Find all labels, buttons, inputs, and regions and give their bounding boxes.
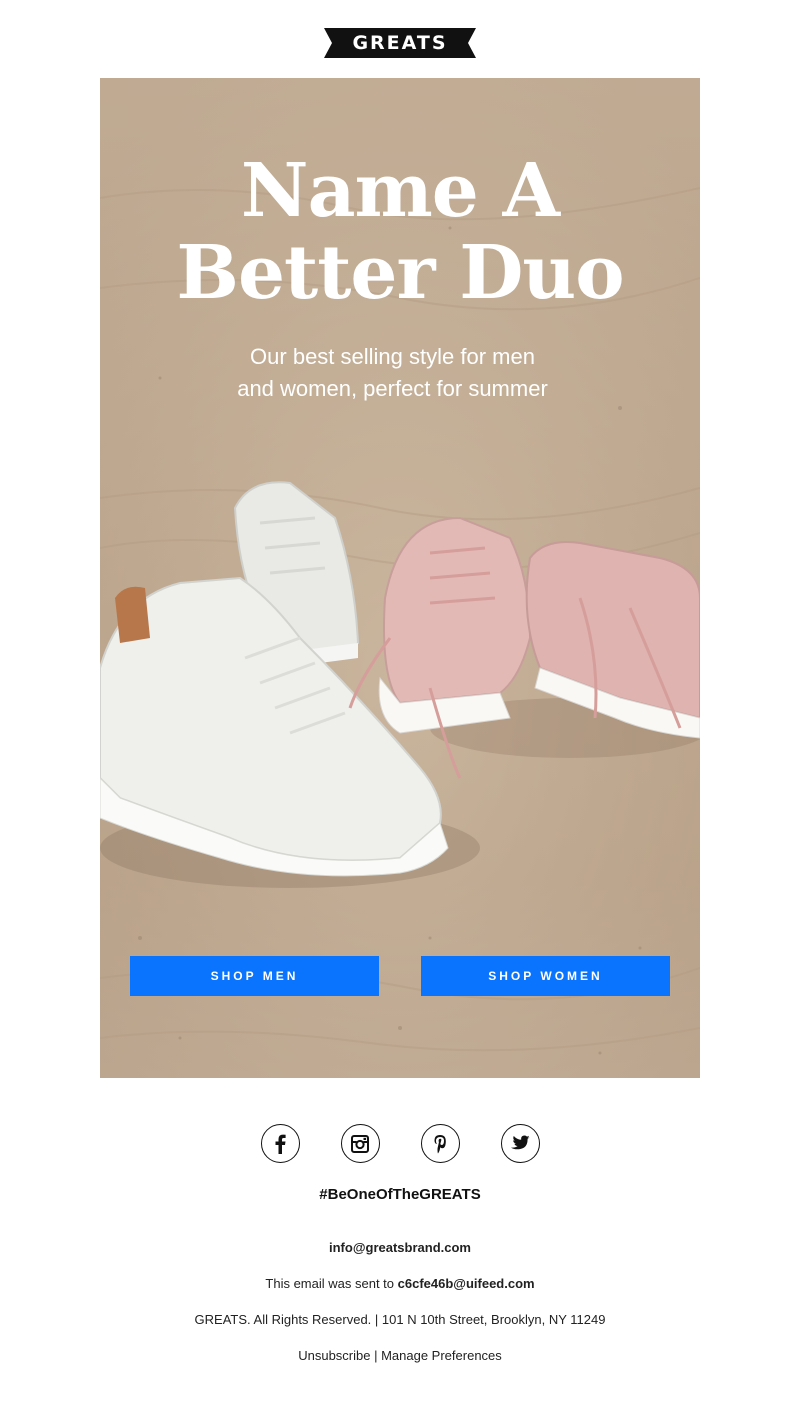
sent-to-line: This email was sent to c6cfe46b@uifeed.c…: [0, 1276, 800, 1291]
twitter-icon[interactable]: [500, 1124, 540, 1163]
shop-men-button[interactable]: SHOP MEN: [130, 956, 379, 996]
unsubscribe-link[interactable]: Unsubscribe: [298, 1348, 370, 1363]
social-links: [0, 1124, 800, 1163]
pinterest-icon[interactable]: [420, 1124, 460, 1163]
recipient-address: c6cfe46b@uifeed.com: [397, 1276, 535, 1291]
footer-separator: |: [370, 1348, 382, 1363]
sent-to-prefix: This email was sent to: [265, 1276, 398, 1291]
shop-women-button[interactable]: SHOP WOMEN: [421, 956, 670, 996]
headline-line-2: Better Duo: [176, 230, 624, 316]
manage-preferences-link[interactable]: Manage Preferences: [381, 1348, 502, 1363]
footer-links: Unsubscribe | Manage Preferences: [0, 1348, 800, 1363]
subhead-line-1: Our best selling style for men: [250, 344, 535, 369]
hero-headline: Name A Better Duo: [100, 150, 700, 314]
hero-banner[interactable]: Name A Better Duo Our best selling style…: [100, 78, 700, 1078]
instagram-icon[interactable]: [340, 1124, 380, 1163]
subhead-line-2: and women, perfect for summer: [237, 376, 548, 401]
logo-text: GREATS: [352, 32, 448, 54]
contact-email-link[interactable]: info@greatsbrand.com: [0, 1240, 800, 1255]
logo-wrap: GREATS: [0, 28, 800, 58]
hero-subhead: Our best selling style for men and women…: [100, 341, 685, 405]
brand-logo[interactable]: GREATS: [324, 28, 476, 58]
facebook-icon[interactable]: [260, 1124, 300, 1163]
hashtag: #BeOneOfTheGREATS: [319, 1186, 481, 1203]
headline-line-1: Name A: [240, 148, 560, 234]
copyright-address: GREATS. All Rights Reserved. | 101 N 10t…: [194, 1312, 606, 1327]
